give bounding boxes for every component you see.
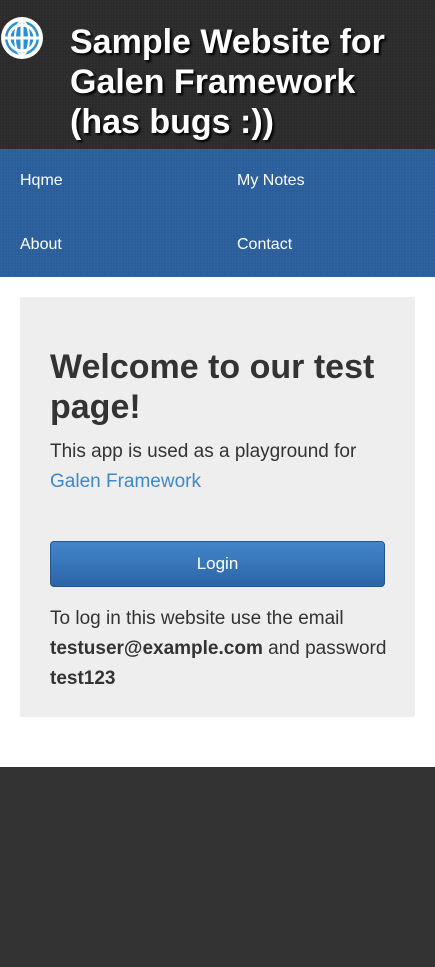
site-title: Sample Website for Galen Framework (has …	[70, 23, 385, 141]
login-password: test123	[50, 668, 116, 689]
intro-text-body: This app is used as a playground for	[50, 441, 357, 462]
login-email: testuser@example.com	[50, 638, 263, 659]
site-header: Sample Website for Galen Framework (has …	[0, 0, 435, 149]
login-button[interactable]: Login	[50, 541, 385, 587]
welcome-panel: Welcome to our test page! This app is us…	[20, 297, 415, 717]
main-content: Welcome to our test page! This app is us…	[0, 277, 435, 767]
nav-item-about[interactable]: About	[20, 235, 62, 255]
globe-icon[interactable]	[0, 14, 48, 62]
main-nav: Hqme My Notes About Contact	[0, 149, 435, 277]
nav-item-home[interactable]: Hqme	[20, 171, 63, 191]
site-footer	[0, 767, 435, 967]
nav-item-contact[interactable]: Contact	[237, 235, 292, 255]
intro-text: This app is used as a playground for Gal…	[50, 437, 390, 497]
page-title: Welcome to our test page!	[50, 348, 375, 426]
login-info: To log in this website use the email tes…	[50, 604, 395, 694]
nav-item-my-notes[interactable]: My Notes	[237, 171, 305, 191]
galen-framework-link[interactable]: Galen Framework	[50, 471, 201, 492]
login-info-prefix: To log in this website use the email	[50, 608, 344, 629]
login-info-middle: and password	[268, 638, 387, 659]
